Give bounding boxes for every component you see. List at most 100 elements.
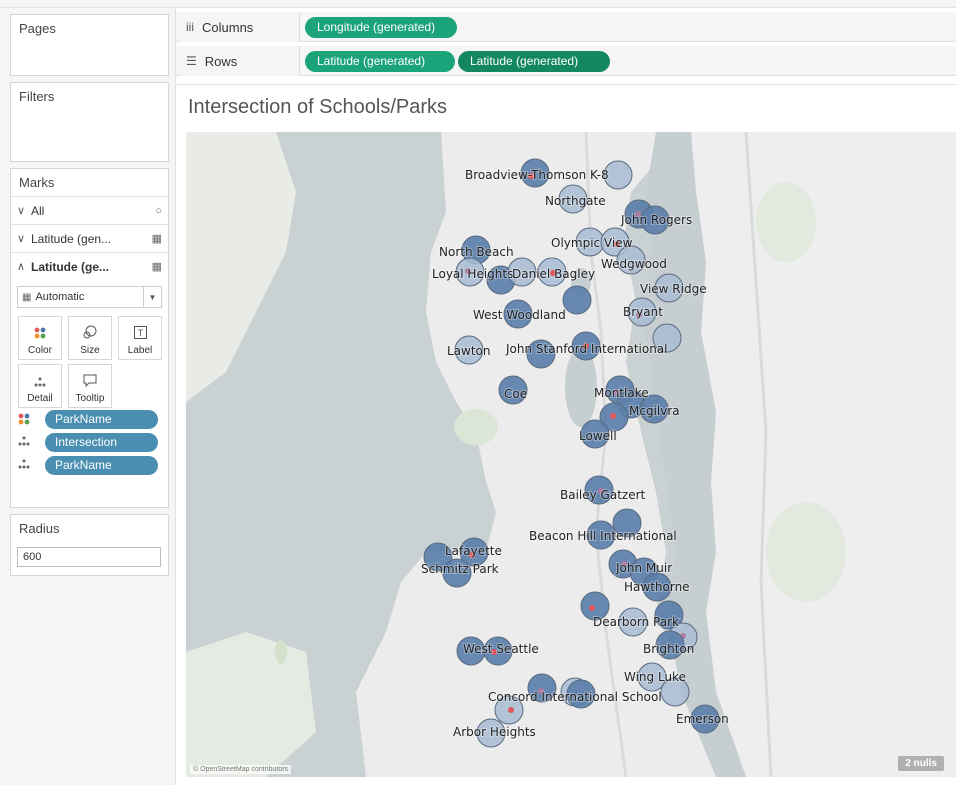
latitude-pill-2[interactable]: Latitude (generated)	[458, 51, 610, 72]
map-label: Mcgilvra	[629, 404, 680, 418]
columns-shelf[interactable]: iii Columns Longitude (generated)	[176, 12, 956, 42]
color-label: Color	[28, 345, 52, 356]
marks-layer-label: Latitude (gen...	[31, 231, 112, 246]
detail-label: Detail	[27, 393, 53, 404]
map-label: Arbor Heights	[453, 725, 536, 739]
columns-label: Columns	[202, 19, 254, 35]
map-label: Schmitz Park	[421, 562, 499, 576]
park-area	[275, 640, 287, 664]
marks-layer-all[interactable]: ∨ All ○	[11, 196, 168, 224]
detail-button[interactable]: Detail	[18, 364, 62, 408]
columns-icon: iii	[186, 20, 194, 34]
rows-icon: ☰	[186, 54, 197, 68]
eastside-land	[691, 132, 956, 777]
detail-icon	[18, 436, 30, 449]
label-button[interactable]: T Label	[118, 316, 162, 360]
park-area	[756, 182, 816, 262]
filters-title: Filters	[19, 89, 55, 104]
tooltip-button[interactable]: Tooltip	[68, 364, 112, 408]
intersection-detail-pill[interactable]: Intersection	[45, 433, 158, 452]
color-icon	[18, 413, 30, 428]
map-label: John Stanford International	[505, 342, 668, 356]
map-svg[interactable]: Broadview-Thomson K-8 Northgate John Rog…	[186, 132, 956, 777]
map-label: John Rogers	[620, 213, 692, 227]
longitude-pill[interactable]: Longitude (generated)	[305, 17, 457, 38]
dropdown-arrow-icon[interactable]: ▼	[143, 287, 161, 307]
marks-field-row: Intersection	[11, 431, 168, 454]
rows-shelf-label: ☰ Rows	[180, 46, 300, 76]
map-label: West Woodland	[473, 308, 566, 322]
park-color-dot[interactable]	[589, 605, 595, 611]
chevron-down-icon: ∨	[17, 233, 26, 245]
columns-shelf-label: iii Columns	[180, 12, 300, 42]
map-view[interactable]: Broadview-Thomson K-8 Northgate John Rog…	[186, 132, 956, 777]
map-label: Olympic View	[551, 236, 633, 250]
map-label: North Beach	[439, 245, 514, 259]
map-label: Emerson	[676, 712, 729, 726]
size-icon	[83, 325, 97, 342]
marks-layer-label: All	[31, 203, 45, 218]
marks-card: Marks ∨ All ○ ∨ Latitude (gen... ▦ ∧ Lat…	[10, 168, 169, 508]
radius-title: Radius	[19, 521, 60, 536]
pages-title: Pages	[19, 21, 56, 36]
chevron-down-icon: ∨	[17, 205, 26, 217]
map-label: Montlake	[594, 386, 649, 400]
map-label: John Muir	[615, 561, 672, 575]
map-label: Dearborn Park	[593, 615, 679, 629]
svg-text:T: T	[137, 328, 143, 338]
map-label: Northgate	[545, 194, 606, 208]
map-label: Daniel Bagley	[512, 267, 595, 281]
marks-layer-latitude-1[interactable]: ∨ Latitude (gen... ▦	[11, 224, 168, 252]
map-label: Bryant	[623, 305, 663, 319]
top-toolbar-strip	[0, 0, 956, 8]
tooltip-icon	[83, 374, 97, 390]
label-icon: T	[133, 326, 147, 342]
map-label: Concord International School	[488, 690, 662, 704]
color-button[interactable]: Color	[18, 316, 62, 360]
map-label: Hawthorne	[624, 580, 690, 594]
park-area	[766, 502, 846, 602]
map-label: Coe	[504, 387, 527, 401]
pages-card[interactable]: Pages	[10, 14, 169, 76]
detail-icon	[18, 459, 30, 472]
map-label: Lawton	[447, 344, 491, 358]
color-icon	[34, 327, 46, 342]
map-label: Bailey Gatzert	[560, 488, 646, 502]
intersection-circle[interactable]	[562, 285, 592, 315]
parkname-color-pill[interactable]: ParkName	[45, 410, 158, 429]
circle-icon: ○	[155, 204, 162, 217]
rows-shelf[interactable]: ☰ Rows Latitude (generated) Latitude (ge…	[176, 46, 956, 76]
map-attribution[interactable]: © OpenStreetMap contributors	[190, 765, 292, 774]
marks-field-row: ParkName	[11, 408, 168, 431]
radius-input[interactable]: 600	[17, 547, 161, 567]
left-panel: Pages Filters Marks ∨ All ○ ∨ Latitude (…	[0, 8, 176, 785]
map-label: Lafayette	[445, 544, 502, 558]
tooltip-label: Tooltip	[75, 393, 105, 404]
map-label: Lowell	[579, 429, 617, 443]
parkname-detail-pill[interactable]: ParkName	[45, 456, 158, 475]
label-label: Label	[127, 345, 153, 356]
marks-layer-latitude-2[interactable]: ∧ Latitude (ge... ▦	[11, 252, 168, 280]
size-button[interactable]: Size	[68, 316, 112, 360]
map-icon: ▦	[22, 291, 32, 303]
size-label: Size	[80, 345, 100, 356]
nulls-indicator[interactable]: 2 nulls	[898, 756, 944, 771]
map-label: Wing Luke	[624, 670, 686, 684]
marks-tiles: Color Size T Label Detail Tooltip	[11, 308, 168, 408]
map-icon: ▦	[151, 233, 162, 245]
filters-card[interactable]: Filters	[10, 82, 169, 162]
park-color-dot[interactable]	[508, 707, 514, 713]
park-color-dot[interactable]	[610, 413, 616, 419]
park-area	[454, 409, 498, 445]
map-label: Wedgwood	[601, 257, 667, 271]
marks-field-row: ParkName	[11, 454, 168, 477]
map-label: Broadview-Thomson K-8	[465, 168, 609, 182]
marks-title: Marks	[19, 175, 55, 190]
marks-layer-label: Latitude (ge...	[31, 259, 109, 274]
map-label: View Ridge	[640, 282, 707, 296]
map-label: Loyal Heights	[432, 267, 513, 281]
rows-label: Rows	[204, 53, 238, 69]
latitude-pill-1[interactable]: Latitude (generated)	[305, 51, 455, 72]
mark-type-dropdown[interactable]: ▦ Automatic ▼	[17, 286, 162, 308]
map-label: Brighton	[643, 642, 694, 656]
